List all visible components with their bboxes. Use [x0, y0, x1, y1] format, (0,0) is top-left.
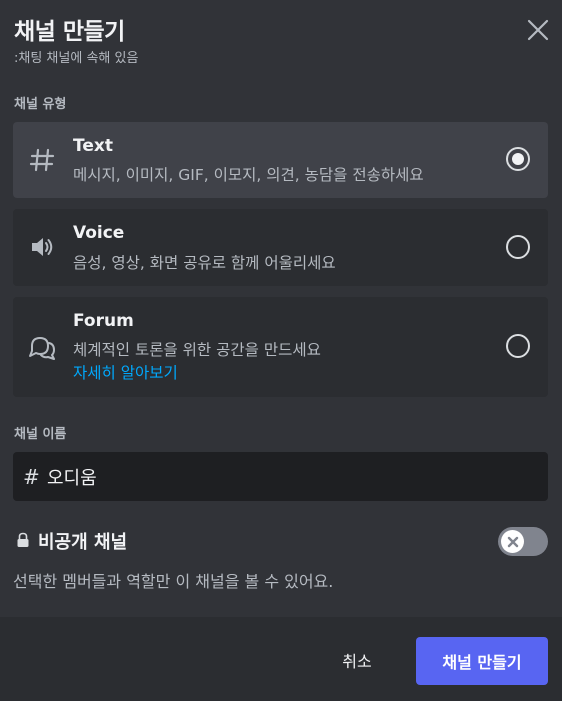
radio-button-text[interactable]: [506, 147, 530, 171]
channel-name-field: #: [13, 452, 548, 501]
cancel-button[interactable]: 취소: [328, 637, 386, 683]
radio-button-forum[interactable]: [506, 334, 530, 358]
toggle-knob: [501, 530, 524, 553]
channel-type-name: Forum: [73, 311, 134, 331]
channel-type-label: 채널 유형: [14, 97, 67, 112]
channel-type-text-option[interactable]: Text 메시지, 이미지, GIF, 이모지, 의견, 농담을 전송하세요: [13, 122, 548, 198]
private-channel-title: 비공개 채널: [38, 532, 128, 553]
hash-prefix-icon: #: [23, 465, 40, 489]
private-channel-description: 선택한 멤버들과 역할만 이 채널을 볼 수 있어요.: [13, 572, 334, 591]
private-channel-toggle[interactable]: [498, 527, 548, 556]
channel-name-input[interactable]: [47, 452, 537, 501]
radio-button-voice[interactable]: [506, 235, 530, 259]
dialog-subtitle: :채팅 채널에 속해 있음: [14, 51, 139, 66]
forum-icon: [27, 332, 57, 362]
dialog-title: 채널 만들기: [14, 19, 125, 45]
x-icon: [507, 536, 518, 547]
create-channel-dialog: 채널 만들기 :채팅 채널에 속해 있음 채널 유형 Text 메시지, 이미지…: [0, 0, 562, 701]
lock-icon: [17, 532, 29, 547]
create-channel-button[interactable]: 채널 만들기: [416, 637, 548, 685]
dialog-footer: 취소 채널 만들기: [0, 617, 562, 701]
close-icon: [527, 19, 549, 41]
channel-type-voice-option[interactable]: Voice 음성, 영상, 화면 공유로 함께 어울리세요: [13, 209, 548, 286]
channel-type-forum-option[interactable]: Forum 체계적인 토론을 위한 공간을 만드세요 자세히 알아보기: [13, 297, 548, 397]
close-button[interactable]: [526, 18, 550, 42]
channel-name-label: 채널 이름: [14, 427, 67, 442]
channel-type-description: 메시지, 이미지, GIF, 이모지, 의견, 농담을 전송하세요: [73, 166, 424, 184]
channel-type-name: Text: [73, 136, 113, 156]
speaker-icon: [27, 232, 57, 262]
channel-type-name: Voice: [73, 223, 125, 243]
hash-icon: [27, 145, 57, 175]
channel-type-description: 음성, 영상, 화면 공유로 함께 어울리세요: [73, 254, 336, 272]
channel-type-description: 체계적인 토론을 위한 공간을 만드세요: [73, 341, 321, 359]
learn-more-link[interactable]: 자세히 알아보기: [73, 361, 178, 383]
